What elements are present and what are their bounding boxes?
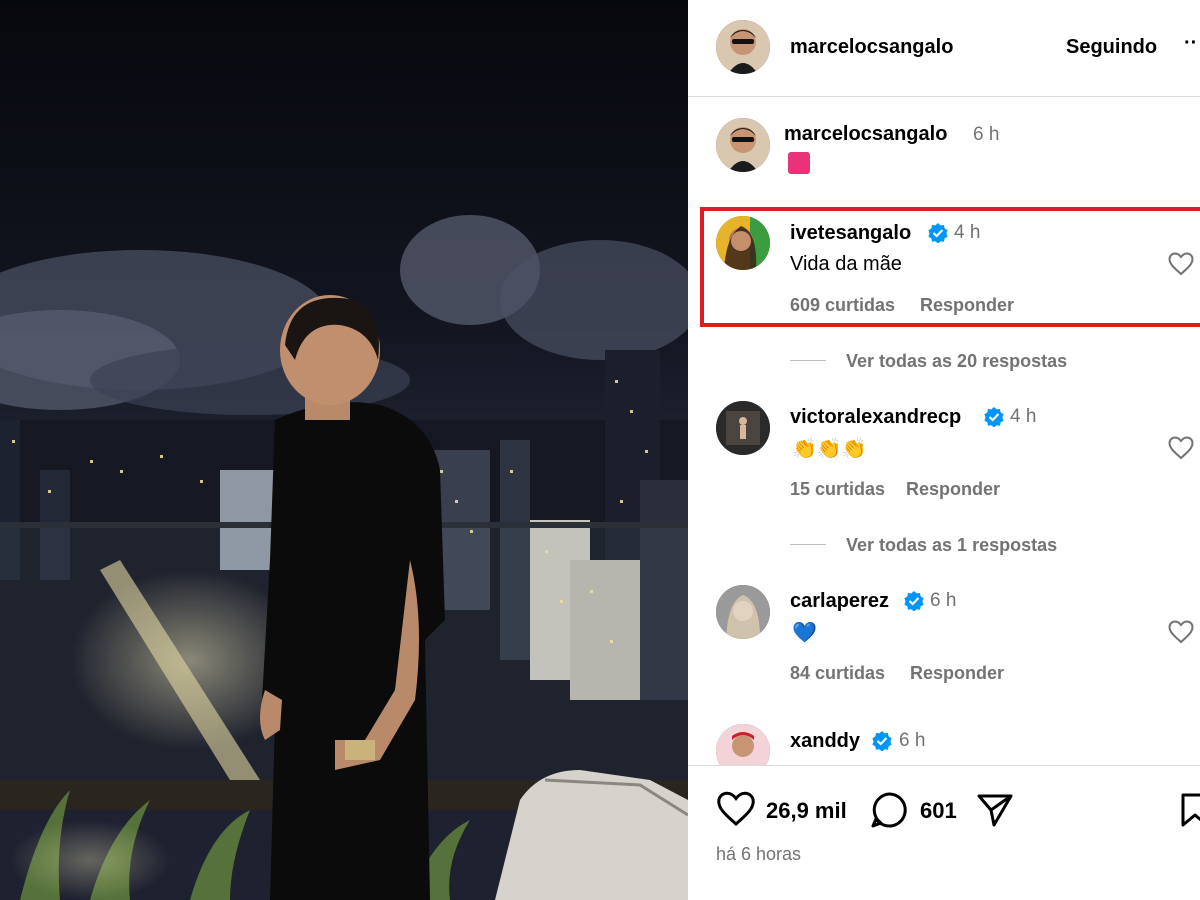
comment-time: 4 h: [1010, 406, 1037, 427]
reply-button[interactable]: Responder: [910, 663, 1004, 684]
comment-likes[interactable]: 84 curtidas: [790, 663, 885, 684]
comment-avatar[interactable]: [716, 401, 770, 455]
more-options-button[interactable]: ··: [1184, 32, 1197, 55]
header-username[interactable]: marcelocsangalo: [790, 36, 953, 59]
comment-bubble-icon[interactable]: [870, 791, 908, 829]
replies-divider: [790, 360, 826, 361]
comment-avatar[interactable]: [716, 585, 770, 639]
verified-badge-icon: [984, 407, 1004, 427]
comment-time: 6 h: [930, 590, 957, 611]
like-heart-icon[interactable]: [716, 791, 756, 827]
caption-avatar[interactable]: [716, 118, 770, 172]
likes-count[interactable]: 26,9 mil: [766, 798, 847, 824]
like-comment-heart-icon[interactable]: [1168, 436, 1194, 460]
comment-time: 6 h: [899, 730, 926, 751]
post-timestamp: há 6 horas: [716, 844, 802, 864]
post-photo: [0, 0, 688, 900]
view-replies-button[interactable]: Ver todas as 1 respostas: [846, 535, 1057, 556]
replies-divider: [790, 544, 826, 545]
share-send-icon[interactable]: [976, 792, 1014, 828]
caption-emoji-icon: [788, 152, 810, 174]
verified-badge-icon: [872, 731, 892, 751]
highlight-box: [700, 207, 1200, 327]
post-header: marcelocsangalo Seguindo ··: [688, 0, 1200, 97]
comment-text: 💙: [792, 622, 817, 644]
caption-time: 6 h: [973, 124, 1000, 145]
post-actions-bar: 26,9 mil 601 há 6 horas: [688, 765, 1200, 900]
comment-likes[interactable]: 15 curtidas: [790, 479, 885, 500]
caption-username[interactable]: marcelocsangalo: [784, 123, 947, 146]
comment-panel: marcelocsangalo Seguindo ·· marcelocsang…: [688, 0, 1200, 900]
comment-text: 👏👏👏: [792, 438, 867, 460]
comment-username[interactable]: xanddy: [790, 730, 860, 753]
comment-username[interactable]: victoralexandrecp: [790, 406, 961, 429]
comments-count[interactable]: 601: [920, 798, 957, 824]
save-bookmark-icon[interactable]: [1180, 792, 1200, 828]
author-avatar[interactable]: [716, 20, 770, 74]
following-button[interactable]: Seguindo: [1066, 36, 1157, 59]
reply-button[interactable]: Responder: [906, 479, 1000, 500]
view-replies-button[interactable]: Ver todas as 20 respostas: [846, 351, 1067, 372]
verified-badge-icon: [904, 591, 924, 611]
like-comment-heart-icon[interactable]: [1168, 620, 1194, 644]
comment-username[interactable]: carlaperez: [790, 590, 889, 613]
